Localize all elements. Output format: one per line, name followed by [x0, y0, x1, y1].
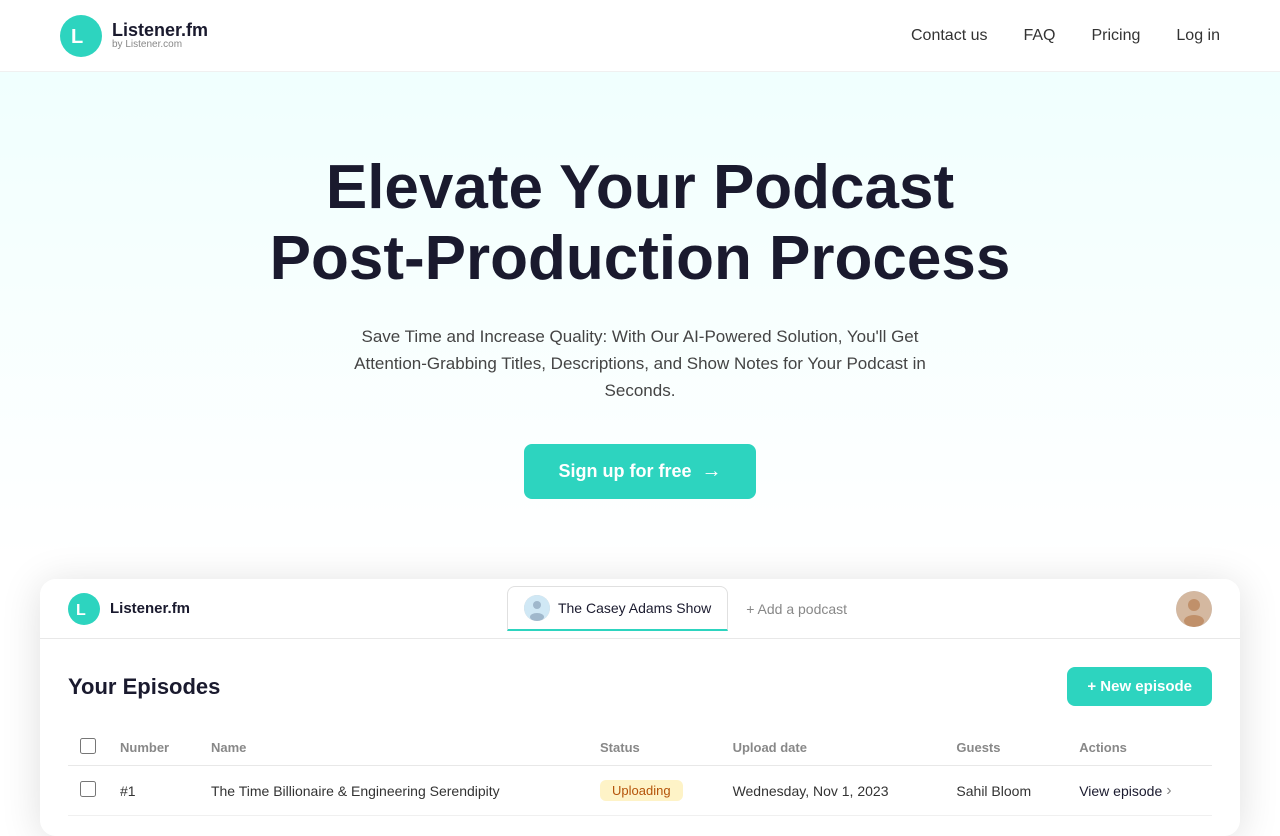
svg-text:L: L: [76, 602, 86, 619]
col-name: Name: [199, 730, 588, 766]
row-actions: View episode ›: [1067, 766, 1212, 816]
table-row: #1 The Time Billionaire & Engineering Se…: [68, 766, 1212, 816]
episodes-title: Your Episodes: [68, 674, 220, 700]
logo-sub-text: by Listener.com: [112, 40, 208, 50]
logo[interactable]: L Listener.fm by Listener.com: [60, 15, 208, 57]
app-nav-logo[interactable]: L Listener.fm: [68, 593, 190, 625]
logo-text: Listener.fm by Listener.com: [112, 21, 208, 51]
row-checkbox-cell: [68, 766, 108, 816]
row-upload-date: Wednesday, Nov 1, 2023: [721, 766, 945, 816]
arrow-icon: →: [702, 460, 722, 483]
row-number: #1: [108, 766, 199, 816]
cta-button-label: Sign up for free: [558, 461, 691, 482]
app-logo-label: Listener.fm: [110, 600, 190, 617]
nav-login[interactable]: Log in: [1176, 27, 1220, 45]
row-guests: Sahil Bloom: [944, 766, 1067, 816]
hero-subtext: Save Time and Increase Quality: With Our…: [330, 323, 950, 405]
app-logo-icon: L: [68, 593, 100, 625]
col-actions: Actions: [1067, 730, 1212, 766]
app-nav-center: The Casey Adams Show + Add a podcast: [507, 586, 859, 631]
add-podcast-label: + Add a podcast: [746, 601, 847, 617]
col-number: Number: [108, 730, 199, 766]
cta-button[interactable]: Sign up for free →: [524, 444, 755, 499]
app-nav: L Listener.fm The Casey Adams Show: [40, 579, 1240, 639]
app-preview: L Listener.fm The Casey Adams Show: [40, 579, 1240, 836]
podcast-avatar-img: [524, 595, 550, 621]
user-avatar-img: [1176, 591, 1212, 627]
col-guests: Guests: [944, 730, 1067, 766]
select-all-checkbox[interactable]: [80, 738, 96, 754]
nav-links: Contact us FAQ Pricing Log in: [911, 27, 1220, 45]
nav-contact-us[interactable]: Contact us: [911, 27, 987, 45]
logo-icon: L: [60, 15, 102, 57]
podcast-avatar: [524, 595, 550, 621]
app-content: Your Episodes + New episode Number Name …: [40, 639, 1240, 836]
view-episode-label: View episode: [1079, 783, 1162, 799]
episodes-header: Your Episodes + New episode: [68, 667, 1212, 706]
hero-section: Elevate Your Podcast Post-Production Pro…: [0, 72, 1280, 559]
view-episode-link[interactable]: View episode ›: [1079, 782, 1200, 800]
table-body: #1 The Time Billionaire & Engineering Se…: [68, 766, 1212, 816]
row-status: Uploading: [588, 766, 721, 816]
nav-pricing[interactable]: Pricing: [1092, 27, 1141, 45]
row-name: The Time Billionaire & Engineering Seren…: [199, 766, 588, 816]
new-episode-button[interactable]: + New episode: [1067, 667, 1212, 706]
col-status: Status: [588, 730, 721, 766]
chevron-icon: ›: [1166, 782, 1171, 800]
col-checkbox: [68, 730, 108, 766]
hero-heading: Elevate Your Podcast Post-Production Pro…: [240, 152, 1040, 295]
main-nav: L Listener.fm by Listener.com Contact us…: [0, 0, 1280, 72]
add-podcast-button[interactable]: + Add a podcast: [734, 593, 859, 625]
episodes-table: Number Name Status Upload date Guests Ac…: [68, 730, 1212, 816]
hero-heading-line2: Post-Production Process: [270, 224, 1011, 293]
app-preview-container: L Listener.fm The Casey Adams Show: [0, 559, 1280, 836]
podcast-tab[interactable]: The Casey Adams Show: [507, 586, 728, 631]
row-checkbox[interactable]: [80, 781, 96, 797]
status-badge: Uploading: [600, 780, 683, 801]
col-upload-date: Upload date: [721, 730, 945, 766]
hero-heading-line1: Elevate Your Podcast: [326, 153, 954, 222]
nav-faq[interactable]: FAQ: [1023, 27, 1055, 45]
podcast-tab-label: The Casey Adams Show: [558, 600, 711, 616]
logo-main-text: Listener.fm: [112, 21, 208, 41]
svg-text:L: L: [71, 26, 83, 48]
table-header: Number Name Status Upload date Guests Ac…: [68, 730, 1212, 766]
user-avatar[interactable]: [1176, 591, 1212, 627]
